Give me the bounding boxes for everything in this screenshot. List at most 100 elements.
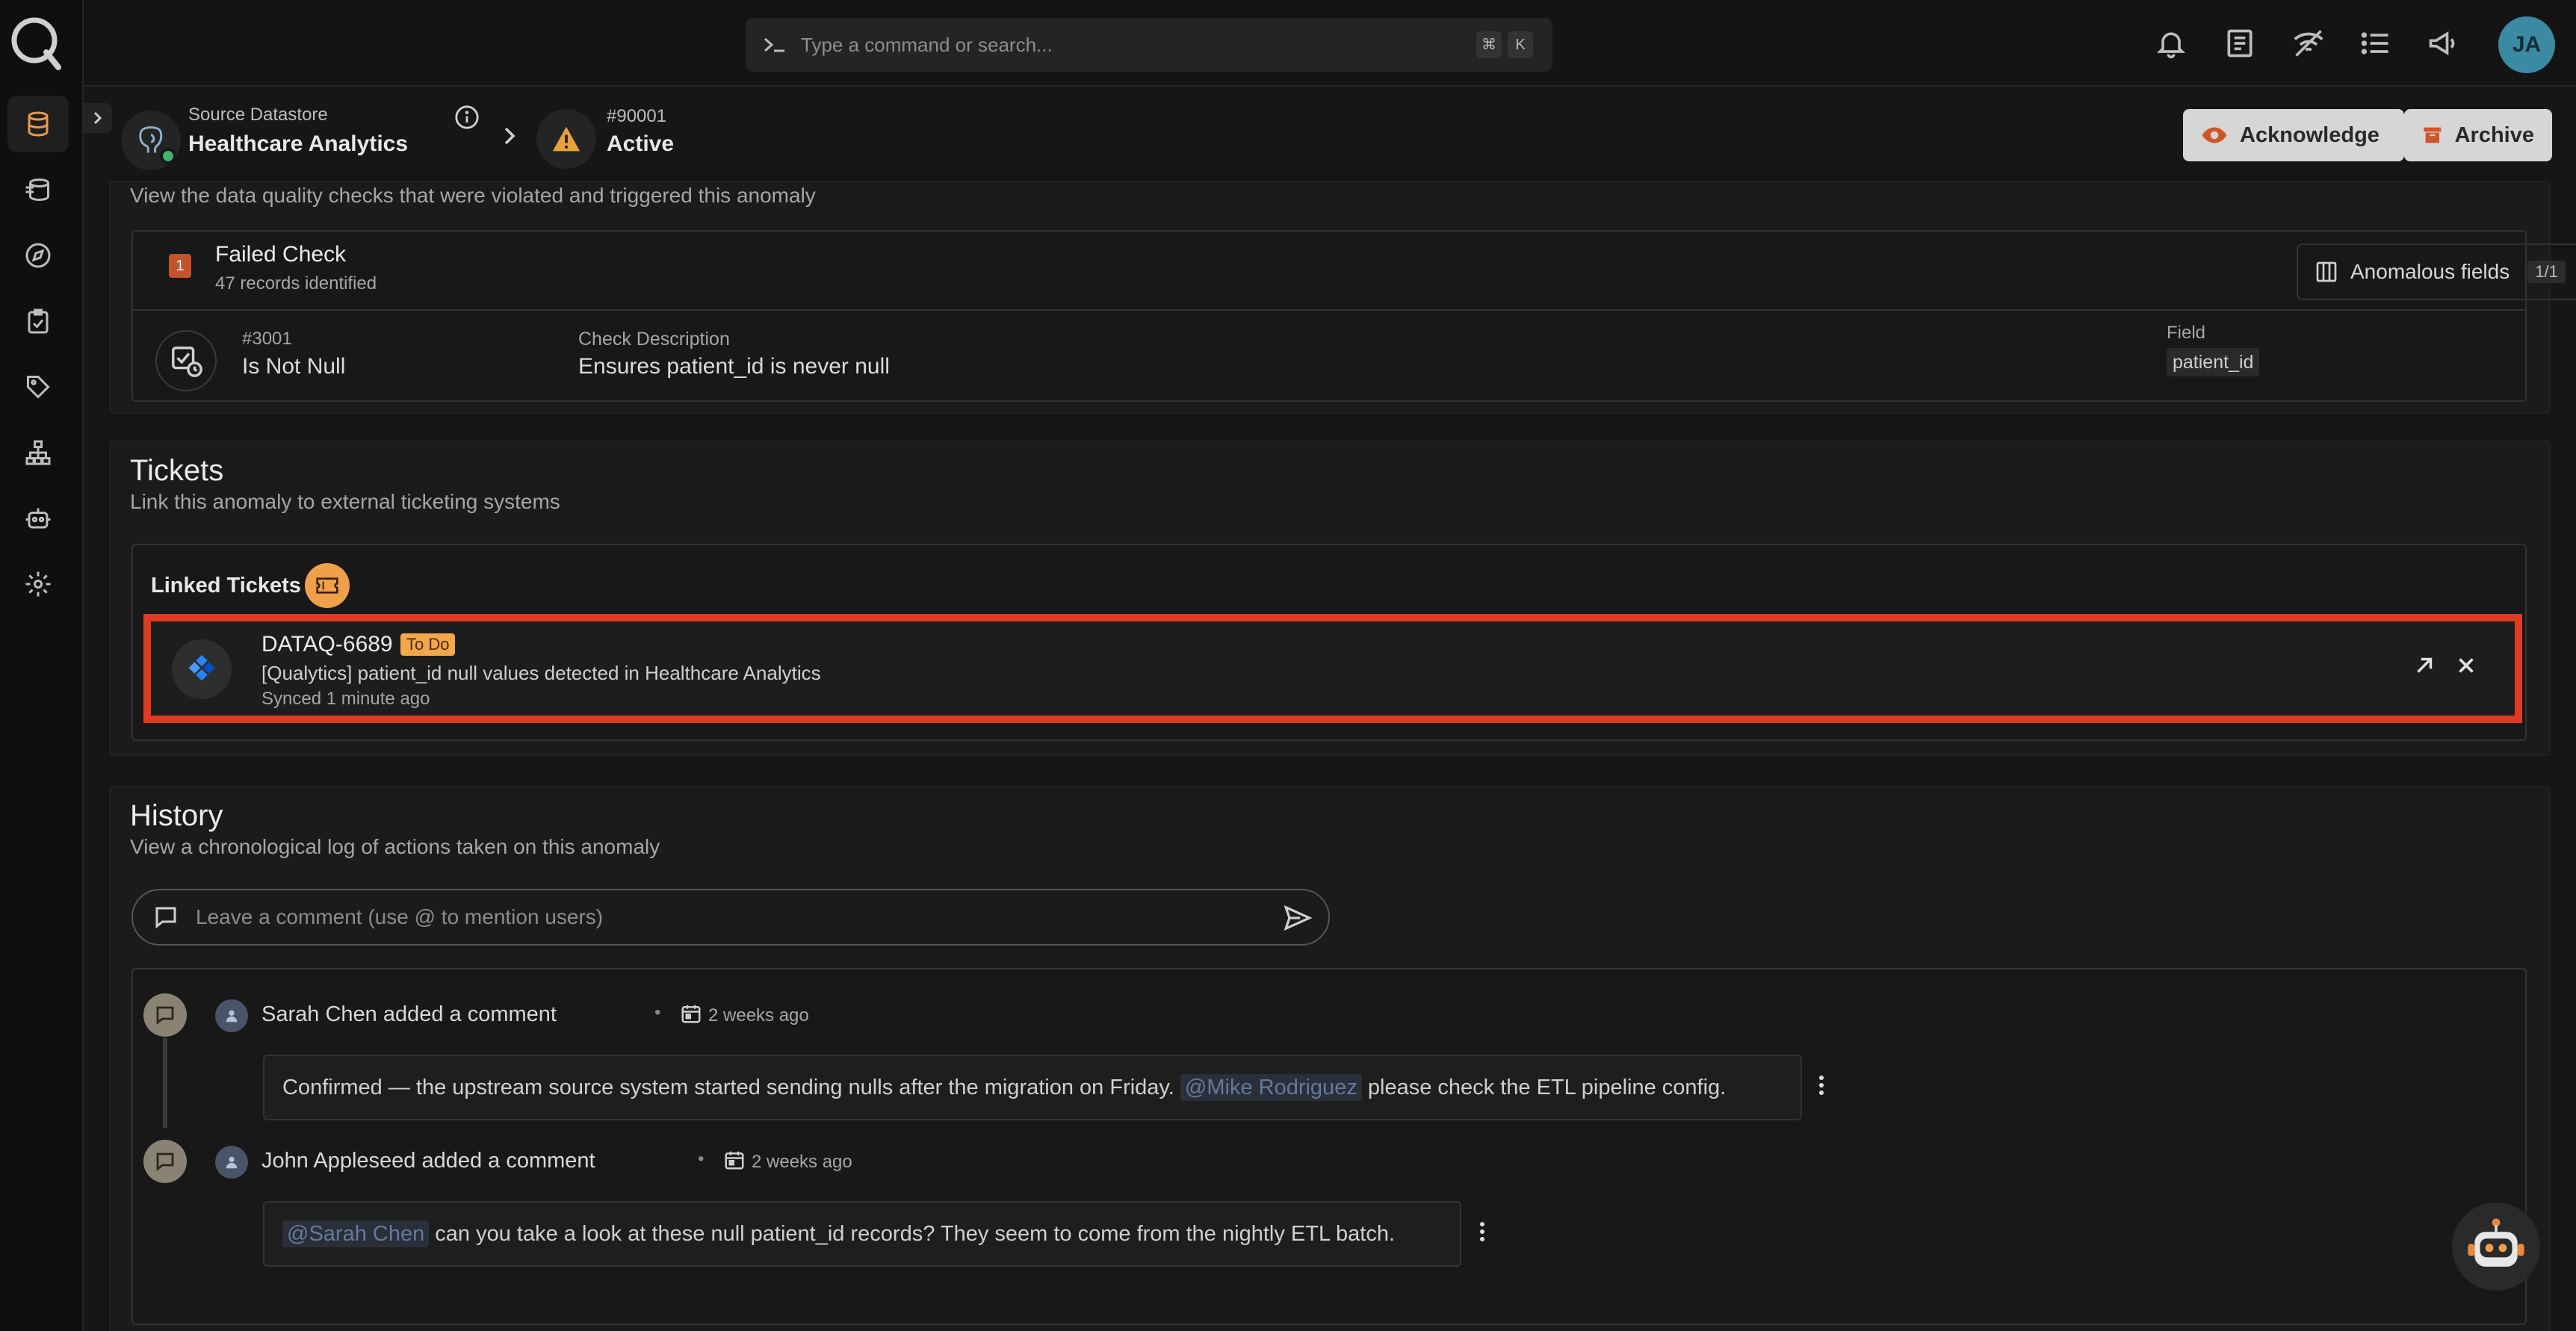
ticket-summary: [Qualytics] patient_id null values detec… [261, 662, 821, 684]
ticket-key[interactable]: DATAQ-6689 [261, 632, 393, 657]
datastore-name[interactable]: Healthcare Analytics [188, 131, 408, 157]
timeline-connector [163, 1038, 167, 1128]
linked-tickets-label: Linked Tickets [151, 574, 301, 598]
no-signal-icon[interactable] [2288, 22, 2329, 64]
check-clock-icon [155, 330, 217, 391]
checks-intro: View the data quality checks that were v… [130, 184, 816, 207]
user-mention[interactable]: @Mike Rodriguez [1180, 1074, 1362, 1101]
tickets-subtitle: Link this anomaly to external ticketing … [130, 490, 560, 513]
anomaly-header: Source Datastore Healthcare Analytics #9… [84, 87, 2576, 184]
assistant-bot-button[interactable] [2452, 1203, 2540, 1291]
explore-stack-nav-icon[interactable] [7, 161, 69, 218]
comment-event-icon [143, 1140, 187, 1183]
anomalous-fields-count: 1/1 [2527, 261, 2566, 283]
check-description-label: Check Description [578, 329, 730, 350]
failed-check-card: 1 Failed Check 47 records identified Ano… [131, 230, 2576, 402]
hierarchy-nav-icon[interactable] [7, 424, 69, 481]
comment-input[interactable]: Leave a comment (use @ to mention users) [131, 889, 1330, 946]
agent-robot-nav-icon[interactable] [7, 490, 69, 547]
history-author-action: Sarah Chen added a comment [261, 1002, 557, 1026]
ticket-status-badge: To Do [400, 633, 456, 656]
ticket-row[interactable]: DATAQ-6689 To Do [Qualytics] patient_id … [143, 614, 2522, 723]
command-search-bar[interactable]: Type a command or search... ⌘ K [746, 18, 1552, 72]
send-icon[interactable] [1284, 904, 1312, 932]
breadcrumb-chevron-icon [502, 125, 517, 146]
datastores-nav-icon[interactable] [7, 96, 69, 152]
history-log: Sarah Chen added a comment • 2 weeks ago… [131, 968, 2527, 1325]
archive-box-icon [2424, 127, 2442, 143]
archive-label: Archive [2454, 122, 2534, 147]
divider [133, 309, 2525, 311]
expand-sidebar-button[interactable] [84, 103, 112, 133]
docs-icon[interactable] [2219, 22, 2261, 64]
anomalous-fields-button[interactable]: Anomalous fields 1/1 [2297, 243, 2576, 300]
calendar-icon [723, 1149, 746, 1171]
acknowledge-button[interactable]: Acknowledge [2183, 109, 2404, 161]
checks-nav-icon[interactable] [7, 293, 69, 350]
history-timestamp: 2 weeks ago [752, 1152, 852, 1172]
comment-bubble-icon [152, 904, 179, 931]
history-timestamp: 2 weeks ago [708, 1005, 809, 1026]
shortcut-cmd-key: ⌘ [1476, 31, 1502, 58]
anomaly-id: #90001 [607, 106, 667, 126]
comment-menu-kebab-icon[interactable] [1478, 1220, 1487, 1243]
failed-check-title: Failed Check [215, 242, 347, 267]
datastore-online-indicator [160, 148, 176, 164]
terminal-prompt-icon [764, 37, 784, 52]
check-type: Is Not Null [242, 354, 346, 379]
qualytics-logo[interactable] [7, 13, 64, 70]
acknowledge-label: Acknowledge [2240, 122, 2380, 147]
field-chip: patient_id [2167, 348, 2260, 376]
comment-text-after: can you take a look at these null patien… [435, 1222, 1396, 1246]
warning-triangle-icon [536, 109, 596, 169]
comment-text-after: please check the ETL pipeline config. [1367, 1076, 1727, 1099]
notifications-bell-icon[interactable] [2150, 22, 2192, 64]
robot-icon [2468, 1218, 2524, 1267]
comment-event-icon [143, 993, 187, 1037]
user-avatar-icon [215, 1146, 248, 1179]
eye-icon [2202, 127, 2227, 143]
ticket-synced-time: Synced 1 minute ago [261, 689, 430, 709]
tags-nav-icon[interactable] [7, 359, 69, 415]
ticket-icon [305, 563, 350, 608]
user-mention[interactable]: @Sarah Chen [282, 1220, 430, 1247]
failed-count-badge: 1 [169, 254, 191, 278]
tickets-title: Tickets [130, 454, 224, 487]
task-list-icon[interactable] [2355, 22, 2397, 64]
anomaly-status: Active [607, 131, 675, 156]
open-external-icon[interactable] [2412, 653, 2437, 678]
linked-tickets-card: Linked Tickets DATAQ-6689 To Do [Qualyti… [131, 544, 2527, 741]
columns-icon [2316, 261, 2337, 282]
field-label: Field [2167, 323, 2206, 343]
archive-button[interactable]: Archive [2404, 109, 2552, 161]
comment-placeholder: Leave a comment (use @ to mention users) [196, 905, 604, 928]
comment-text: Confirmed — the upstream source system s… [263, 1055, 1802, 1120]
search-placeholder: Type a command or search... [801, 34, 1053, 56]
comment-text: @Sarah Chen can you take a look at these… [263, 1201, 1461, 1267]
anomaly-content: View the data quality checks that were v… [84, 181, 2576, 1331]
calendar-icon [680, 1002, 702, 1025]
history-author-action: John Appleseed added a comment [261, 1149, 595, 1173]
history-title: History [130, 799, 223, 832]
check-id[interactable]: #3001 [242, 329, 292, 350]
separator-dot: • [654, 1002, 661, 1023]
info-icon[interactable] [454, 105, 480, 130]
compass-nav-icon[interactable] [7, 227, 69, 284]
comment-text-before: Confirmed — the upstream source system s… [282, 1076, 1174, 1099]
failed-check-records: 47 records identified [215, 273, 377, 294]
announcements-megaphone-icon[interactable] [2422, 22, 2464, 64]
datastore-label: Source Datastore [188, 105, 328, 125]
user-avatar[interactable]: JA [2498, 16, 2555, 73]
unlink-close-icon[interactable] [2453, 653, 2479, 678]
check-description-value: Ensures patient_id is never null [578, 354, 890, 379]
shortcut-k-key: K [1508, 31, 1533, 58]
anomalous-fields-label: Anomalous fields [2350, 260, 2510, 283]
left-nav-rail [0, 0, 84, 1331]
separator-dot: • [698, 1149, 705, 1169]
top-bar: Type a command or search... ⌘ K JA [84, 0, 2576, 87]
settings-gear-nav-icon[interactable] [7, 556, 69, 612]
history-subtitle: View a chronological log of actions take… [130, 835, 660, 858]
comment-menu-kebab-icon[interactable] [1817, 1074, 1826, 1096]
jira-icon [172, 639, 232, 699]
user-avatar-icon [215, 999, 248, 1032]
